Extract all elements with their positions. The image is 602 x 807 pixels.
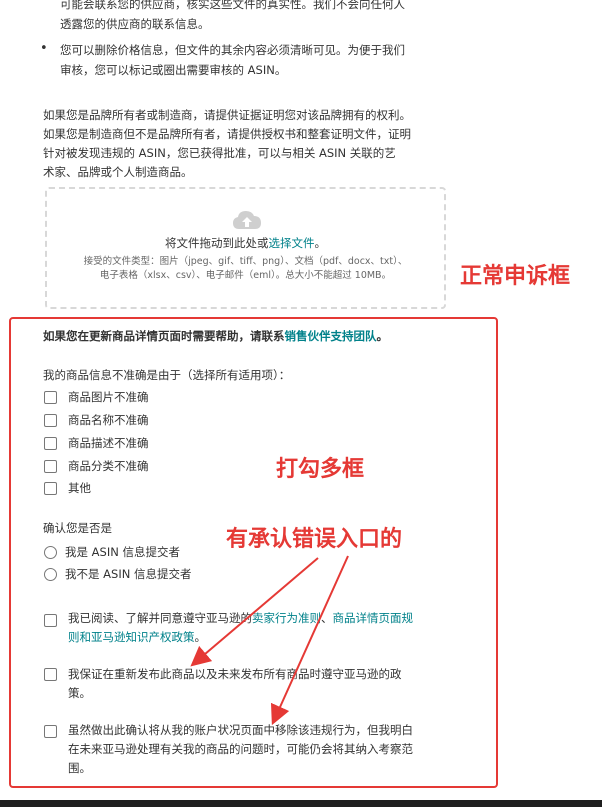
arrow-to-guarantee [190,557,319,667]
arrow-to-acknowledge [270,555,349,726]
appeal-page: 可能会联系您的供应商，核实这些文件的真实性。我们不会向任何人 透露您的供应商的联… [0,0,602,807]
annotation-arrows [190,555,349,726]
bottom-bar [0,800,602,807]
